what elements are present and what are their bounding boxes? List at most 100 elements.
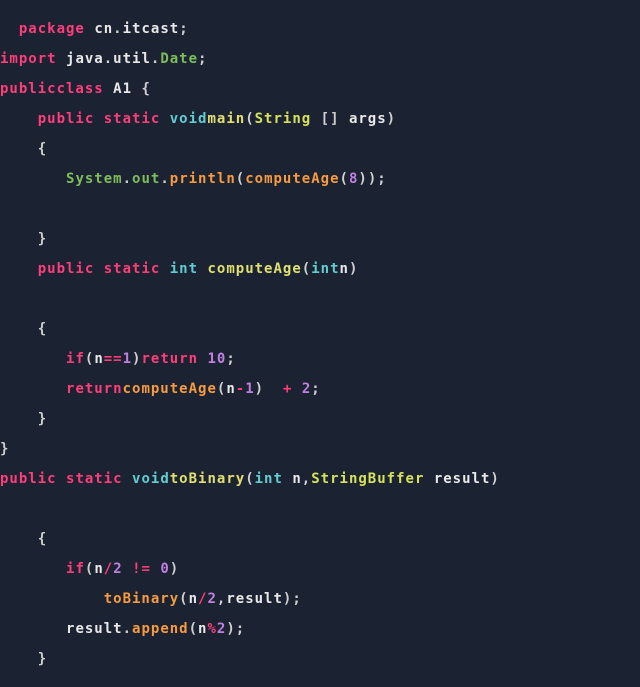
token-punc: . [104, 51, 113, 67]
token-id: java [66, 51, 104, 67]
token-op: != [132, 561, 151, 577]
token-kw: return [66, 381, 123, 397]
token-punc: ) [255, 381, 264, 397]
token-kw: public [0, 81, 57, 97]
token-num: 0 [160, 561, 169, 577]
token-kw: import [0, 51, 57, 67]
token-op: % [207, 621, 216, 637]
token-num: 10 [208, 351, 227, 367]
token-punc: ( [340, 171, 349, 187]
token-punc: . [151, 51, 160, 67]
token-call: append [132, 621, 189, 637]
token-type: int [255, 471, 283, 487]
token-num: 2 [302, 381, 311, 397]
token-num: 1 [123, 351, 132, 367]
token-punc: ; [311, 381, 320, 397]
token-id: n [94, 351, 103, 367]
token-call: computeAge [123, 381, 217, 397]
token-type: int [170, 261, 198, 277]
token-kw: public [0, 471, 57, 487]
token-op: + [283, 381, 292, 397]
token-type: void [170, 111, 208, 127]
token-punc: ( [245, 471, 254, 487]
token-id: result [226, 591, 283, 607]
token-kw: class [57, 81, 104, 97]
token-num: 2 [113, 561, 122, 577]
token-punc: . [160, 171, 169, 187]
token-id: n [292, 471, 301, 487]
token-punc: ( [302, 261, 311, 277]
token-kw: static [104, 111, 161, 127]
token-kw: if [66, 561, 85, 577]
token-num: 8 [349, 171, 358, 187]
token-punc: } [38, 651, 47, 667]
token-id: n [226, 381, 235, 397]
token-op: == [104, 351, 123, 367]
token-punc: ( [179, 591, 188, 607]
token-num: 1 [245, 381, 254, 397]
token-punc: } [38, 231, 47, 247]
token-call: computeAge [245, 171, 339, 187]
token-id: n [340, 261, 349, 277]
token-punc: { [38, 321, 47, 337]
token-punc: ) [490, 471, 499, 487]
token-punc: ( [217, 381, 226, 397]
token-punc: ( [85, 561, 94, 577]
token-punc: ; [377, 171, 386, 187]
token-call: toBinary [104, 591, 179, 607]
token-punc: } [0, 441, 9, 457]
token-punc: ( [236, 171, 245, 187]
token-op: - [236, 381, 245, 397]
token-type: void [132, 471, 170, 487]
token-mth: toBinary [170, 471, 245, 487]
token-punc: )) [358, 171, 377, 187]
token-punc: { [141, 81, 150, 97]
token-kw: public [38, 111, 95, 127]
token-punc: ) [283, 591, 292, 607]
token-punc: ( [245, 111, 254, 127]
token-punc: ; [236, 621, 245, 637]
token-id: n [94, 561, 103, 577]
token-id: result [434, 471, 491, 487]
token-id: args [349, 111, 387, 127]
token-kw: package [19, 21, 85, 37]
token-typeY: String [255, 111, 312, 127]
token-id: util [113, 51, 151, 67]
token-kw: static [66, 471, 123, 487]
token-punc: ; [198, 51, 207, 67]
token-punc: ( [189, 621, 198, 637]
token-num: 2 [207, 591, 216, 607]
token-kw: if [66, 351, 85, 367]
token-punc: ) [349, 261, 358, 277]
token-punc: ; [226, 351, 235, 367]
token-punc: [] [321, 111, 340, 127]
code-content: package cn.itcast; import java.util.Date… [0, 21, 500, 667]
code-block: package cn.itcast; import java.util.Date… [0, 0, 640, 674]
token-punc: { [38, 531, 47, 547]
token-punc: . [123, 171, 132, 187]
token-typeY: StringBuffer [311, 471, 424, 487]
token-call: println [170, 171, 236, 187]
token-punc: { [38, 141, 47, 157]
token-kw: return [141, 351, 198, 367]
token-punc: , [302, 471, 311, 487]
token-punc: ( [85, 351, 94, 367]
token-mth: main [207, 111, 245, 127]
token-punc: ; [179, 21, 188, 37]
token-obj: Date [160, 51, 198, 67]
token-id: n [189, 591, 198, 607]
token-punc: . [113, 21, 122, 37]
token-id: A1 [113, 81, 132, 97]
token-mth: computeAge [207, 261, 301, 277]
token-num: 2 [217, 621, 226, 637]
token-id: cn [94, 21, 113, 37]
token-kw: public [38, 261, 95, 277]
token-punc: ) [226, 621, 235, 637]
token-punc: . [123, 621, 132, 637]
token-obj: out [132, 171, 160, 187]
token-punc: ) [170, 561, 179, 577]
token-id: result [66, 621, 123, 637]
token-obj: System [66, 171, 123, 187]
token-kw: static [104, 261, 161, 277]
token-type: int [311, 261, 339, 277]
